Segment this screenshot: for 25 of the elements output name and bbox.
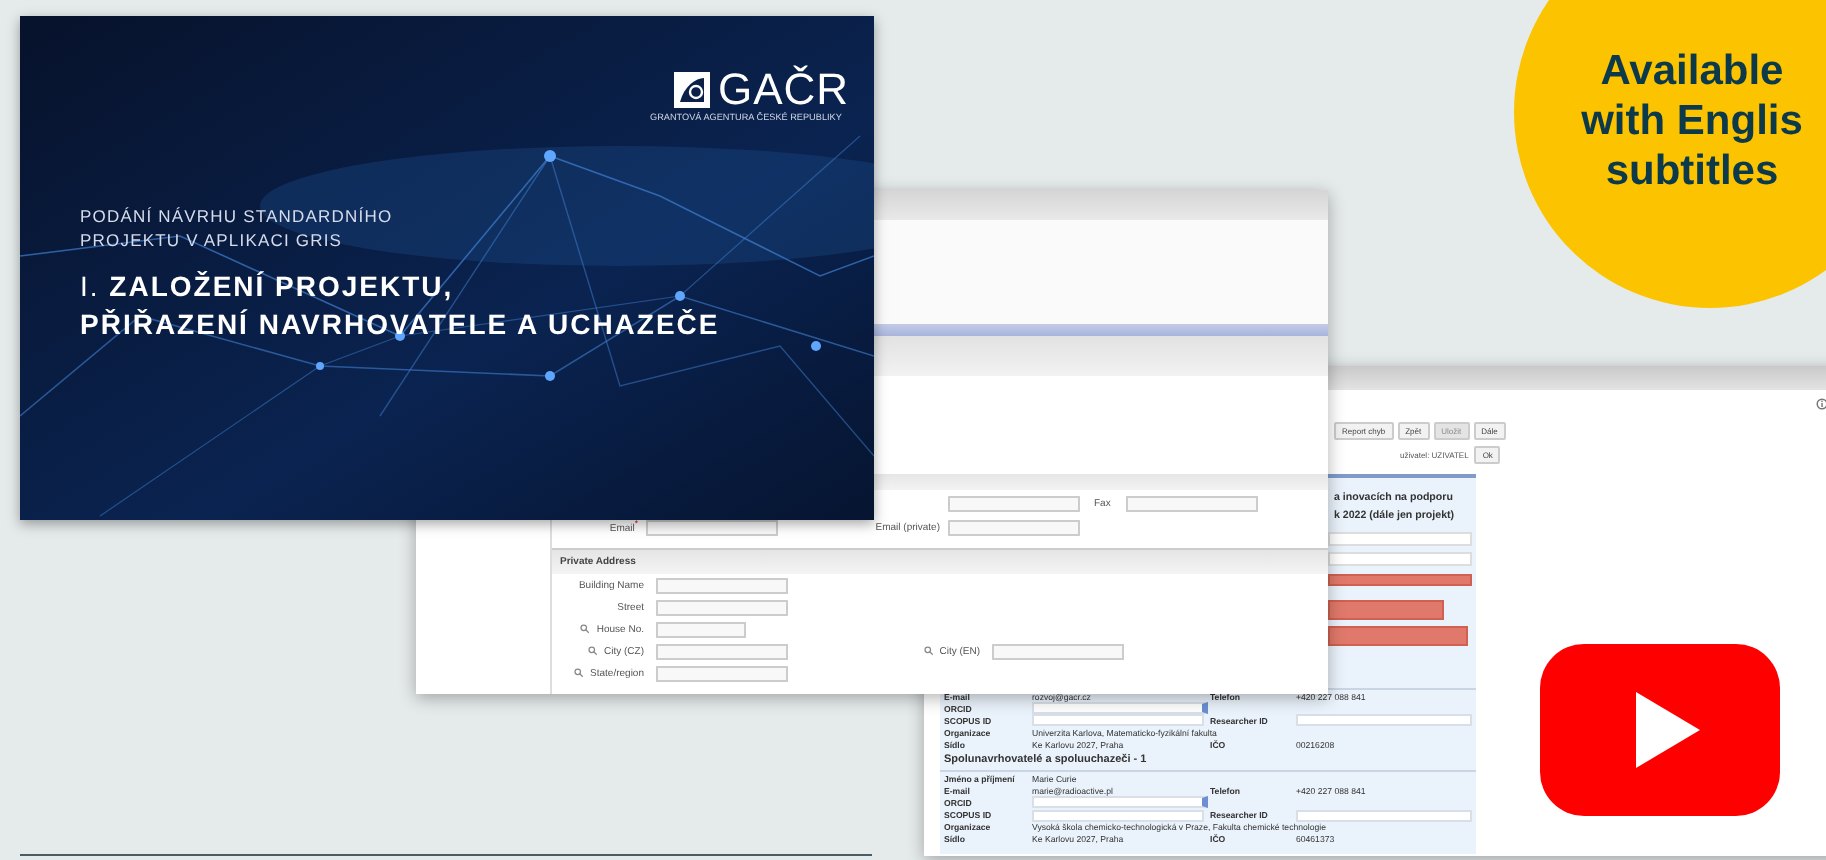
input-field[interactable] xyxy=(656,577,788,593)
lookup-icon[interactable] xyxy=(923,646,934,656)
input-field[interactable] xyxy=(1328,600,1444,620)
input-field[interactable] xyxy=(656,665,788,681)
play-button-icon[interactable] xyxy=(1540,644,1780,816)
lookup-icon[interactable] xyxy=(588,646,598,656)
input-field[interactable] xyxy=(656,643,788,659)
logo-text: GAČR xyxy=(718,70,850,110)
input-field[interactable] xyxy=(656,621,746,637)
subtitles-note: Available with Englis subtitles xyxy=(1579,46,1805,196)
lookup-icon[interactable] xyxy=(580,624,591,634)
input-field[interactable] xyxy=(1328,626,1468,646)
logo-icon xyxy=(672,70,712,110)
input-field[interactable] xyxy=(992,643,1124,659)
input-field[interactable] xyxy=(948,495,1080,511)
video-subtitle: PODÁNÍ NÁVRHU STANDARDNÍHO PROJEKTU V APLIKACI GRIS xyxy=(80,204,395,252)
input-field[interactable] xyxy=(948,519,1080,535)
input-field[interactable] xyxy=(656,599,788,615)
lookup-icon[interactable] xyxy=(574,668,585,678)
video-title: I. ZALOŽENÍ PROJEKTU, PŘIŘAZENÍ NAVRHOVATELE A UCHAZEČE xyxy=(80,268,720,344)
info-icon[interactable] xyxy=(1816,398,1826,410)
dropdown-field[interactable] xyxy=(1032,702,1208,715)
input-field[interactable] xyxy=(1126,495,1259,511)
input-field[interactable] xyxy=(1328,574,1472,586)
dropdown-field[interactable] xyxy=(1032,796,1208,809)
